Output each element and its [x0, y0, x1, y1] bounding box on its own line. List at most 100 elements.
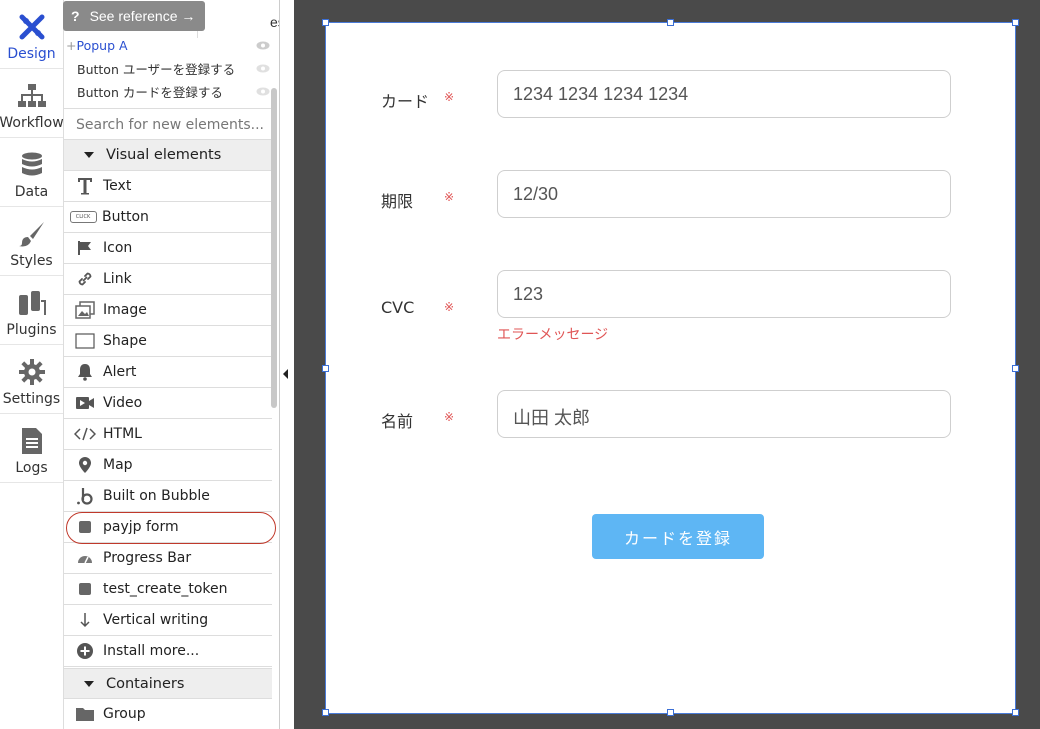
tree-item-label: Button ユーザーを登録する [77, 62, 236, 77]
element-label: Button [102, 209, 149, 225]
flag-icon [73, 238, 97, 258]
element-label: Install more... [103, 643, 200, 659]
button-icon: CLICK [69, 207, 97, 227]
tree-item-button-register-card[interactable]: Button カードを登録する [64, 80, 274, 103]
caret-down-icon [84, 152, 94, 158]
element-search-input[interactable]: Search for new elements... [64, 108, 274, 140]
element-alert[interactable]: Alert [64, 357, 272, 388]
nav-workflow[interactable]: Workflow [0, 69, 64, 138]
element-link[interactable]: Link [64, 264, 272, 295]
question-icon: ? [71, 8, 80, 24]
gear-icon [17, 357, 47, 387]
nav-plugins[interactable]: Plugins [0, 276, 63, 345]
nav-settings[interactable]: Settings [0, 345, 63, 414]
element-label: Shape [103, 333, 147, 349]
cvc-error-message: エラーメッセージ [497, 327, 609, 343]
cardholder-name-input[interactable]: 山田 太郎 [497, 390, 951, 438]
popup-a-preview[interactable]: カード ※ 1234 1234 1234 1234 期限 ※ 12/30 CVC… [322, 19, 1019, 716]
section-label: Visual elements [106, 147, 222, 163]
button-icon-text: CLICK [69, 211, 97, 223]
workflow-icon [17, 81, 47, 111]
element-map[interactable]: Map [64, 450, 272, 481]
element-icon[interactable]: Icon [64, 233, 272, 264]
map-pin-icon [73, 455, 97, 475]
resize-handle[interactable] [667, 19, 674, 26]
element-label: payjp form [103, 519, 179, 535]
resize-handle[interactable] [322, 19, 329, 26]
tree-item-button-register-user[interactable]: Button ユーザーを登録する [64, 57, 274, 80]
required-mark: ※ [444, 300, 455, 314]
tree-item-label: Popup A [76, 38, 128, 53]
palette-scrollbar[interactable] [271, 88, 277, 408]
eye-icon[interactable] [256, 41, 270, 50]
main-nav-bar: Design Workflow Data Styles Plugins Sett… [0, 0, 64, 729]
resize-handle[interactable] [1012, 19, 1019, 26]
expand-icon[interactable]: + [66, 38, 76, 53]
eye-icon[interactable] [256, 64, 270, 73]
section-containers[interactable]: Containers [64, 668, 272, 699]
element-label: HTML [103, 426, 142, 442]
nav-label: Workflow [0, 115, 64, 131]
element-html[interactable]: HTML [64, 419, 272, 450]
nav-label: Settings [2, 391, 61, 407]
element-button[interactable]: CLICK Button [64, 202, 272, 233]
nav-logs[interactable]: Logs [0, 414, 63, 483]
tree-item-popup[interactable]: + Popup A [64, 34, 274, 57]
resize-handle[interactable] [322, 365, 329, 372]
resize-handle[interactable] [667, 709, 674, 716]
nav-label: Styles [10, 253, 53, 269]
element-image[interactable]: Image [64, 295, 272, 326]
plus-circle-icon [73, 641, 97, 661]
name-label: 名前 [381, 412, 414, 431]
required-mark: ※ [444, 190, 455, 204]
expiry-input[interactable]: 12/30 [497, 170, 951, 218]
element-video[interactable]: Video [64, 388, 272, 419]
resize-handle[interactable] [322, 709, 329, 716]
element-payjp-form[interactable]: payjp form [64, 512, 276, 544]
element-test-create-token[interactable]: test_create_token [64, 574, 272, 605]
image-icon [73, 300, 97, 320]
element-label: Link [103, 271, 132, 287]
element-label: Vertical writing [103, 612, 209, 628]
element-label: test_create_token [103, 581, 228, 597]
element-shape[interactable]: Shape [64, 326, 272, 357]
element-text[interactable]: Text [64, 171, 272, 202]
element-progress-bar[interactable]: Progress Bar [64, 543, 272, 574]
tab-label: esponsive [270, 14, 279, 30]
element-group[interactable]: Group [64, 699, 272, 729]
register-card-button[interactable]: カードを登録 [592, 514, 764, 559]
required-mark: ※ [444, 90, 455, 104]
element-label: Icon [103, 240, 133, 256]
section-visual-elements[interactable]: Visual elements [64, 140, 272, 171]
element-vertical-writing[interactable]: Vertical writing [64, 605, 272, 636]
see-reference-tooltip[interactable]: ? See reference → [63, 1, 205, 31]
expiry-label: 期限 [381, 192, 414, 211]
tooltip-label: See reference → [89, 8, 196, 24]
nav-data[interactable]: Data [0, 138, 63, 207]
section-label: Containers [106, 675, 185, 692]
nav-label: Logs [15, 460, 48, 476]
card-label: カード [381, 92, 430, 111]
resize-handle[interactable] [1012, 365, 1019, 372]
element-label: Progress Bar [103, 550, 192, 566]
plug-icon [17, 288, 47, 318]
card-number-input[interactable]: 1234 1234 1234 1234 [497, 70, 951, 118]
nav-label: Data [14, 184, 49, 200]
element-install-more[interactable]: Install more... [64, 636, 272, 667]
folder-icon [73, 704, 97, 724]
nav-styles[interactable]: Styles [0, 207, 63, 276]
collapse-panel-icon[interactable] [283, 369, 288, 379]
cvc-input[interactable]: 123 [497, 270, 951, 318]
element-label: Map [103, 457, 133, 473]
nav-label: Plugins [6, 322, 57, 338]
gauge-icon [73, 548, 97, 568]
element-label: Group [103, 706, 146, 722]
element-built-on-bubble[interactable]: Built on Bubble [64, 481, 272, 512]
element-label: Alert [103, 364, 137, 380]
element-label: Text [103, 178, 132, 194]
nav-design[interactable]: Design [0, 0, 63, 69]
design-icon [17, 12, 47, 42]
eye-icon[interactable] [256, 87, 270, 96]
resize-handle[interactable] [1012, 709, 1019, 716]
cvc-label: CVC [381, 298, 415, 317]
